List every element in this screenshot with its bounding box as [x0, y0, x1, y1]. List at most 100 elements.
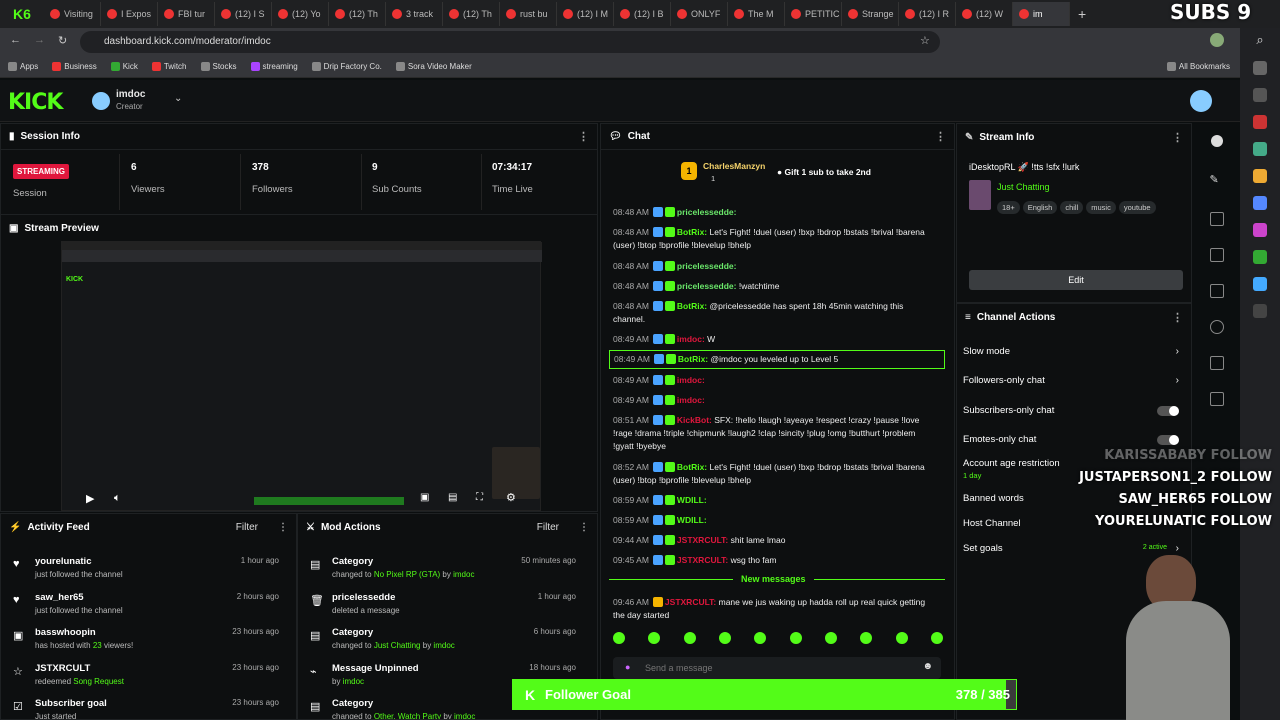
activity-item[interactable]: ☆ JSTXRCULT redeemed Song Request 23 hours … — [1, 663, 291, 699]
browser-tab[interactable]: PETITIC — [785, 2, 842, 26]
bookmark-item[interactable]: Kick — [110, 62, 138, 71]
app-icon[interactable] — [1253, 169, 1267, 183]
activity-item[interactable]: ▣ basswhoopin has hosted with 23 viewers! 2… — [1, 627, 291, 663]
slow-mode-row[interactable]: Slow mode › — [963, 346, 1189, 364]
doc-icon[interactable] — [1209, 284, 1224, 298]
tag-chip[interactable]: English — [1022, 201, 1058, 214]
message-user[interactable]: JSTXRCULT: — [677, 555, 728, 565]
emote-icon[interactable] — [613, 632, 625, 644]
video-player[interactable]: KICK ▶ 🔈︎ ▣ ▤ ⛶ ⚙ — [61, 241, 542, 511]
browser-tab[interactable]: (12) I S — [215, 2, 272, 26]
tag-chip[interactable]: music — [1086, 201, 1116, 214]
bookmark-item[interactable]: Stocks — [200, 62, 237, 71]
url-input[interactable]: dashboard.kick.com/moderator/imdoc — [80, 31, 940, 53]
new-tab-button[interactable]: + — [1078, 6, 1086, 22]
message-user[interactable]: BotRix: — [677, 301, 707, 311]
filter-button[interactable]: Filter — [236, 522, 258, 533]
tag-chip[interactable]: 18+ — [997, 201, 1020, 214]
subscribers-only-toggle[interactable] — [1157, 406, 1179, 416]
message-user[interactable]: imdoc: — [677, 334, 705, 344]
reload-icon[interactable]: ↻ — [58, 34, 67, 47]
emote-icon[interactable] — [683, 632, 696, 644]
volume-icon[interactable]: 🔈︎ — [114, 492, 121, 505]
activity-item[interactable]: ♥ yourelunatic just followed the channel 1 … — [1, 556, 291, 592]
info-icon[interactable] — [1210, 135, 1223, 147]
bookmark-item[interactable]: Business — [52, 62, 97, 71]
browser-tab[interactable]: (12) Th — [329, 2, 386, 26]
tag-chip[interactable]: youtube — [1118, 201, 1156, 214]
emoji-icon[interactable]: ☻ — [922, 661, 933, 672]
more-icon[interactable]: ⋮ — [1172, 131, 1183, 144]
emote-icon[interactable] — [648, 632, 661, 644]
message-user[interactable]: WDILL: — [677, 515, 707, 525]
all-bookmarks[interactable]: All Bookmarks — [1166, 62, 1230, 71]
theatre-icon[interactable]: ▤ — [448, 492, 457, 503]
message-user[interactable]: imdoc: — [677, 375, 705, 385]
chat-bubble-icon[interactable] — [1209, 320, 1224, 334]
filter-button[interactable]: Filter — [537, 522, 559, 533]
more-icon[interactable]: ⋮ — [579, 522, 589, 533]
play-icon[interactable]: ▶ — [86, 492, 94, 505]
emotes-only-toggle[interactable] — [1157, 435, 1179, 445]
back-icon[interactable]: ← — [10, 34, 21, 46]
more-icon[interactable]: ⋮ — [1172, 311, 1183, 324]
mod-action-item[interactable]: ▤ Category changed to No Pixel RP (GTA) by… — [298, 556, 588, 592]
message-user[interactable]: JSTXRCULT: — [665, 597, 716, 607]
message-user[interactable]: pricelessedde: — [677, 281, 737, 291]
profile-avatar[interactable] — [1210, 33, 1224, 47]
emote-icon[interactable] — [754, 632, 767, 644]
forward-icon[interactable]: → — [34, 34, 45, 46]
tag-chip[interactable]: chill — [1060, 201, 1084, 214]
browser-tab[interactable]: rust bu — [500, 2, 557, 26]
browser-tab[interactable]: 3 track — [386, 2, 443, 26]
bookmark-item[interactable]: Drip Factory Co. — [311, 62, 382, 71]
discord-icon[interactable] — [1253, 196, 1267, 210]
chat-input[interactable] — [645, 660, 915, 676]
search-icon[interactable]: ⌕ — [1240, 32, 1280, 48]
browser-tab[interactable]: Visiting — [44, 2, 101, 26]
mod-action-item[interactable]: 🗑︎ pricelessedde deleted a message 1 hour a… — [298, 592, 588, 628]
message-user[interactable]: BotRix: — [678, 354, 708, 364]
pip-icon[interactable]: ▣ — [420, 492, 429, 503]
browser-tab[interactable]: (12) I B — [614, 2, 671, 26]
app-icon[interactable] — [1253, 277, 1267, 291]
chevron-down-icon[interactable]: ⌄ — [174, 93, 182, 104]
app-icon[interactable] — [1253, 142, 1267, 156]
bookmark-item[interactable]: Twitch — [151, 62, 187, 71]
emote-icon[interactable] — [895, 632, 908, 644]
bookmark-star-icon[interactable]: ☆ — [920, 34, 930, 47]
browser-tab[interactable]: (12) W — [956, 2, 1013, 26]
app-icon[interactable] — [1253, 250, 1267, 264]
pencil-icon[interactable]: ✎ — [1210, 173, 1224, 186]
browser-tab[interactable]: (12) Th — [443, 2, 500, 26]
browser-tab[interactable]: FBI tur — [158, 2, 215, 26]
browser-tab[interactable]: im — [1013, 2, 1070, 26]
emote-icon[interactable] — [718, 632, 731, 644]
more-icon[interactable]: ⋮ — [578, 130, 589, 143]
gift-sub-button[interactable]: ● Gift 1 sub to take 2nd — [777, 167, 871, 177]
mod-action-item[interactable]: ▤ Category changed to Just Chatting by imd… — [298, 627, 588, 663]
message-user[interactable]: imdoc: — [677, 395, 705, 405]
broadcast-icon[interactable] — [1209, 356, 1224, 370]
browser-tab[interactable]: (12) I R — [899, 2, 956, 26]
emote-icon[interactable] — [824, 632, 837, 644]
bolt-icon[interactable] — [1209, 248, 1224, 262]
bookmark-item[interactable]: Apps — [8, 62, 38, 71]
emote-icon[interactable] — [930, 632, 943, 644]
emote-icon[interactable] — [789, 632, 802, 644]
more-icon[interactable]: ⋮ — [935, 130, 946, 143]
expand-icon[interactable] — [1209, 212, 1224, 226]
browser-tab[interactable]: The M — [728, 2, 785, 26]
avatar[interactable] — [92, 92, 110, 110]
mic-icon[interactable]: ● — [625, 662, 630, 672]
chat-input-box[interactable]: ● ☻ — [613, 657, 941, 679]
bookmark-item[interactable]: streaming — [250, 62, 298, 71]
more-icon[interactable]: ⋮ — [278, 522, 288, 533]
message-user[interactable]: pricelessedde: — [677, 207, 737, 217]
activity-item[interactable]: ♥ saw_her65 just followed the channel 2 hou… — [1, 592, 291, 628]
gear-icon[interactable] — [1253, 61, 1267, 75]
app-icon[interactable] — [1253, 223, 1267, 237]
message-user[interactable]: pricelessedde: — [677, 261, 737, 271]
message-user[interactable]: BotRix: — [677, 462, 707, 472]
message-user[interactable]: BotRix: — [677, 227, 707, 237]
